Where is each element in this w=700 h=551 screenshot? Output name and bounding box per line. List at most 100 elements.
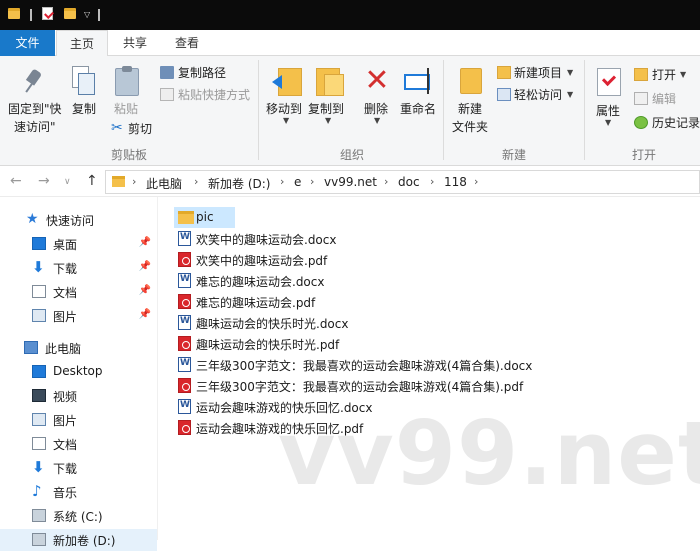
tab-view[interactable]: 查看 [162, 30, 212, 56]
sidebar-item-drive-d[interactable]: 新加卷 (D:) [0, 529, 157, 551]
file-row[interactable]: 趣味运动会的快乐时光.pdf [174, 333, 394, 354]
pin-to-quick-access-label-2[interactable]: 速访问" [14, 118, 56, 135]
recent-locations-chevron-icon[interactable]: ∨ [64, 177, 71, 187]
history-icon[interactable] [634, 116, 648, 129]
breadcrumb-118[interactable]: 118 [444, 175, 467, 189]
properties-button[interactable]: 属性 [596, 102, 620, 119]
delete-button[interactable]: 删除 [364, 100, 388, 117]
sidebar-item-label: 此电脑 [45, 342, 82, 356]
breadcrumb-vv99[interactable]: vv99.net [324, 175, 377, 189]
customize-toolbar-chevron-icon[interactable]: ▽ [84, 10, 90, 19]
file-row[interactable]: 运动会趣味游戏的快乐回忆.pdf [174, 417, 394, 438]
copy-button[interactable]: 复制 [72, 100, 96, 117]
breadcrumb-chevron-icon[interactable]: › [310, 175, 314, 188]
open-button[interactable]: 打开 [652, 66, 676, 83]
sidebar-item-pc-documents[interactable]: 文档 [0, 433, 157, 455]
breadcrumb-chevron-icon[interactable]: › [194, 175, 198, 188]
pin-to-quick-access-label-1[interactable]: 固定到"快 [8, 100, 62, 117]
new-folder-label-2[interactable]: 文件夹 [452, 118, 488, 135]
cut-button[interactable]: 剪切 [128, 120, 152, 137]
file-row[interactable]: 运动会趣味游戏的快乐回忆.docx [174, 396, 394, 417]
tab-file[interactable]: 文件 [0, 30, 55, 56]
sidebar-item-music[interactable]: ♪ 音乐 [0, 481, 157, 503]
breadcrumb-e[interactable]: e [294, 175, 301, 189]
copy-to-icon[interactable] [314, 66, 344, 96]
sidebar-item-quick-access[interactable]: ★ 快速访问 [0, 209, 157, 231]
paste-button[interactable]: 粘贴 [114, 100, 138, 117]
copy-to-button[interactable]: 复制到 [308, 100, 344, 117]
file-row[interactable]: 趣味运动会的快乐时光.docx [174, 312, 394, 333]
breadcrumb-chevron-icon[interactable]: › [280, 175, 284, 188]
breadcrumb-this-pc[interactable]: 此电脑 [146, 175, 182, 192]
quick-access-folder-icon[interactable] [8, 8, 20, 19]
file-row[interactable]: 难忘的趣味运动会.docx [174, 270, 374, 291]
tab-home[interactable]: 主页 [56, 30, 108, 57]
sidebar-item-this-pc[interactable]: 此电脑 [0, 337, 157, 359]
move-to-icon[interactable] [272, 66, 302, 96]
easy-access-icon[interactable] [497, 88, 511, 101]
delete-icon[interactable]: ✕ [363, 66, 391, 96]
sidebar-item-label: 桌面 [53, 238, 78, 252]
pin-icon[interactable] [25, 70, 43, 94]
file-row[interactable]: 欢笑中的趣味运动会.pdf [174, 249, 374, 270]
tab-share[interactable]: 共享 [110, 30, 160, 56]
file-row[interactable]: 难忘的趣味运动会.pdf [174, 291, 374, 312]
new-item-icon[interactable] [497, 66, 511, 79]
file-row[interactable]: 三年级300字范文：我最喜欢的运动会趣味游戏(4篇合集).docx [174, 354, 544, 375]
breadcrumb-chevron-icon[interactable]: › [474, 175, 478, 188]
forward-arrow-icon[interactable]: → [38, 173, 50, 189]
history-button[interactable]: 历史记录 [652, 114, 700, 131]
rename-button[interactable]: 重命名 [400, 100, 436, 117]
move-to-button[interactable]: 移动到 [266, 100, 302, 117]
open-icon[interactable] [634, 68, 648, 81]
delete-dropdown-icon[interactable]: ▼ [374, 116, 380, 125]
navigation-bar: ← → ∨ ↑ › 此电脑 › 新加卷 (D:) › e › vv99.net … [0, 167, 700, 197]
sidebar-item-downloads[interactable]: ⬇ 下载 📌 [0, 257, 157, 279]
new-item-dropdown-icon[interactable]: ▼ [567, 68, 573, 77]
copy-path-button[interactable]: 复制路径 [178, 64, 226, 81]
sidebar-item-documents[interactable]: 文档 📌 [0, 281, 157, 303]
sidebar-item-drive-c[interactable]: 系统 (C:) [0, 505, 157, 527]
file-row[interactable]: 三年级300字范文：我最喜欢的运动会趣味游戏(4篇合集).pdf [174, 375, 544, 396]
breadcrumb-doc[interactable]: doc [398, 175, 420, 189]
paste-shortcut-icon[interactable] [160, 88, 174, 101]
properties-icon[interactable] [597, 68, 621, 96]
easy-access-dropdown-icon[interactable]: ▼ [567, 90, 573, 99]
new-folder-icon[interactable] [460, 68, 482, 94]
file-row[interactable]: 欢笑中的趣味运动会.docx [174, 228, 374, 249]
breadcrumb-drive-d[interactable]: 新加卷 (D:) [208, 175, 270, 192]
edit-icon[interactable] [634, 92, 648, 105]
file-name: 三年级300字范文：我最喜欢的运动会趣味游戏(4篇合集).pdf [196, 380, 524, 394]
pdf-icon [178, 336, 191, 351]
breadcrumb-chevron-icon[interactable]: › [132, 175, 136, 188]
sidebar-item-pc-downloads[interactable]: ⬇ 下载 [0, 457, 157, 479]
paste-icon[interactable] [115, 66, 139, 96]
address-bar[interactable]: › 此电脑 › 新加卷 (D:) › e › vv99.net › doc › … [105, 170, 700, 194]
breadcrumb-chevron-icon[interactable]: › [384, 175, 388, 188]
sidebar-item-pc-pictures[interactable]: 图片 [0, 409, 157, 431]
sidebar-item-label: 文档 [53, 438, 78, 452]
sidebar-item-videos[interactable]: 视频 [0, 385, 157, 407]
new-folder-label-1[interactable]: 新建 [458, 100, 482, 117]
easy-access-button[interactable]: 轻松访问 [514, 86, 562, 103]
sidebar-item-pictures[interactable]: 图片 📌 [0, 305, 157, 327]
copy-path-icon[interactable] [160, 66, 174, 79]
new-item-button[interactable]: 新建项目 [514, 64, 562, 81]
back-arrow-icon[interactable]: ← [10, 173, 22, 189]
sidebar-item-pc-desktop[interactable]: Desktop [0, 361, 157, 383]
properties-dropdown-icon[interactable]: ▼ [605, 118, 611, 127]
breadcrumb-chevron-icon[interactable]: › [430, 175, 434, 188]
sidebar-item-desktop[interactable]: 桌面 📌 [0, 233, 157, 255]
open-dropdown-icon[interactable]: ▼ [680, 70, 686, 79]
copy-to-dropdown-icon[interactable]: ▼ [325, 116, 331, 125]
up-arrow-icon[interactable]: ↑ [86, 173, 98, 189]
paste-shortcut-button[interactable]: 粘贴快捷方式 [178, 86, 250, 103]
file-row[interactable]: pic [174, 207, 235, 228]
new-folder-quick-icon[interactable] [64, 8, 76, 19]
copy-icon[interactable] [72, 66, 95, 95]
properties-quick-icon[interactable] [42, 7, 53, 20]
cut-icon[interactable]: ✂ [111, 121, 125, 135]
move-to-dropdown-icon[interactable]: ▼ [283, 116, 289, 125]
edit-button[interactable]: 编辑 [652, 90, 676, 107]
rename-icon[interactable] [404, 66, 434, 96]
